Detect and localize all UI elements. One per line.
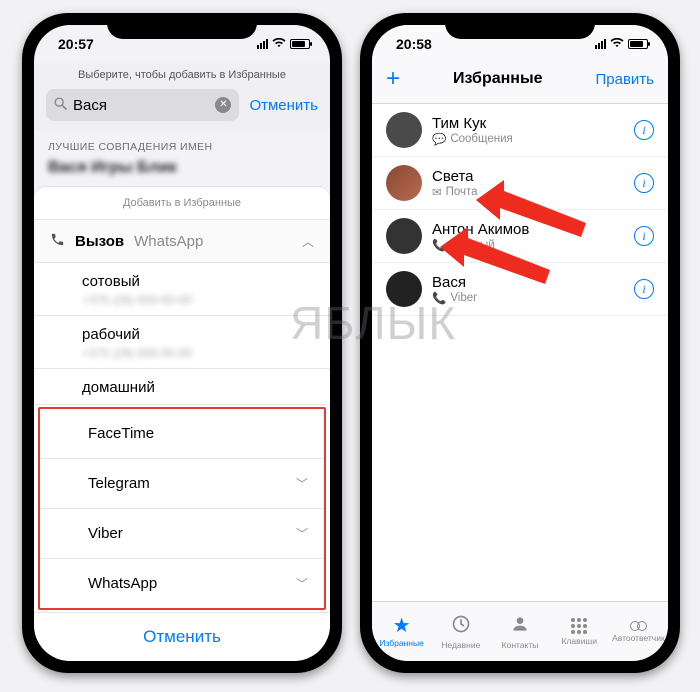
message-icon: 💬 (432, 132, 446, 146)
battery-icon (628, 39, 648, 49)
contact-name: Света (432, 168, 624, 185)
status-time: 20:58 (396, 36, 432, 52)
tab-keypad[interactable]: Клавиши (550, 602, 609, 661)
search-icon (54, 97, 67, 113)
wifi-icon (610, 37, 624, 51)
number-value-blurred: +375 (29) 000-00-00 (82, 346, 314, 360)
favorite-row[interactable]: Антон Акимов 📞 сотовый i (372, 210, 668, 263)
battery-icon (290, 39, 310, 49)
number-option-mobile[interactable]: сотовый +375 (29) 000-00-00 (34, 263, 330, 316)
avatar (386, 218, 422, 254)
wifi-icon (272, 37, 286, 51)
call-label: Вызов (75, 233, 124, 250)
favorites-list: Тим Кук 💬 Сообщения i Света ✉︎ Почта i (372, 104, 668, 316)
status-icons (595, 37, 648, 51)
annotation-highlight-box: FaceTime Telegram ﹀ Viber ﹀ WhatsApp ﹀ (38, 407, 326, 610)
favorite-row[interactable]: Вася 📞 Viber i (372, 263, 668, 316)
phone-frame-right: 20:58 + Избранные Править Ти (360, 13, 680, 673)
number-label: рабочий (82, 326, 314, 343)
number-option-work[interactable]: рабочий +375 (29) 000-00-00 (34, 316, 330, 369)
action-sheet: Добавить в Избранные Вызов WhatsApp ︿ со… (34, 187, 330, 661)
avatar (386, 271, 422, 307)
chevron-down-icon: ﹀ (296, 475, 308, 492)
number-label: сотовый (82, 273, 314, 290)
info-button[interactable]: i (634, 226, 654, 246)
sheet-cancel-button[interactable]: Отменить (34, 612, 330, 661)
clear-search-icon[interactable]: ✕ (215, 97, 231, 113)
notch (445, 13, 595, 39)
search-input[interactable]: Вася ✕ (46, 89, 239, 121)
app-row-telegram[interactable]: Telegram ﹀ (40, 459, 324, 509)
number-label: домашний (82, 379, 314, 396)
status-time: 20:57 (58, 36, 94, 52)
phone-icon: 📞 (432, 238, 446, 252)
phone-icon (50, 232, 65, 250)
tab-label: Автоответчик (612, 633, 665, 643)
mail-icon: ✉︎ (432, 185, 442, 199)
info-button[interactable]: i (634, 120, 654, 140)
header-prompt: Выберите, чтобы добавить в Избранные (34, 63, 330, 89)
call-via: WhatsApp (134, 233, 203, 250)
phone-icon: 📞 (432, 291, 446, 305)
app-label: WhatsApp (88, 575, 157, 592)
chevron-down-icon: ﹀ (296, 525, 308, 542)
tab-label: Контакты (502, 640, 539, 650)
chevron-down-icon: ﹀ (296, 575, 308, 592)
keypad-icon (571, 618, 587, 634)
phone-frame-left: 20:57 Выберите, чтобы добавить в Избранн… (22, 13, 342, 673)
page-title: Избранные (453, 70, 543, 88)
contact-name: Антон Акимов (432, 221, 624, 238)
contact-icon (510, 614, 530, 638)
contact-subtype: Почта (446, 186, 478, 198)
section-best-matches: ЛУЧШИЕ СОВПАДЕНИЯ ИМЕН (34, 131, 330, 159)
search-cancel-button[interactable]: Отменить (249, 97, 318, 114)
info-button[interactable]: i (634, 279, 654, 299)
sheet-title: Добавить в Избранные (34, 187, 330, 219)
contact-subtype: Сообщения (450, 133, 512, 145)
avatar (386, 165, 422, 201)
number-option-home[interactable]: домашний (34, 369, 330, 405)
tab-label: Клавиши (561, 636, 596, 646)
notch (107, 13, 257, 39)
app-row-facetime[interactable]: FaceTime (40, 409, 324, 459)
app-row-whatsapp[interactable]: WhatsApp ﹀ (40, 559, 324, 608)
app-row-viber[interactable]: Viber ﹀ (40, 509, 324, 559)
number-value-blurred: +375 (29) 000-00-00 (82, 293, 314, 307)
info-button[interactable]: i (634, 173, 654, 193)
signal-icon (595, 39, 606, 49)
clock-icon (451, 614, 471, 638)
favorite-row[interactable]: Света ✉︎ Почта i (372, 157, 668, 210)
avatar (386, 112, 422, 148)
contact-subtype: сотовый (450, 239, 494, 251)
search-row: Вася ✕ Отменить (34, 89, 330, 131)
tab-label: Недавние (441, 640, 480, 650)
star-icon: ★ (393, 616, 411, 636)
tab-recents[interactable]: Недавние (431, 602, 490, 661)
favorite-row[interactable]: Тим Кук 💬 Сообщения i (372, 104, 668, 157)
signal-icon (257, 39, 268, 49)
blurred-contact-name[interactable]: Вася Игры Блик (34, 159, 330, 187)
contact-name: Тим Кук (432, 115, 624, 132)
app-label: Viber (88, 525, 123, 542)
tab-contacts[interactable]: Контакты (490, 602, 549, 661)
status-icons (257, 37, 310, 51)
nav-bar: + Избранные Править (372, 63, 668, 104)
search-value: Вася (73, 97, 107, 114)
call-row[interactable]: Вызов WhatsApp ︿ (34, 219, 330, 263)
add-favorite-button[interactable]: + (386, 65, 400, 93)
edit-button[interactable]: Править (595, 71, 654, 88)
tab-voicemail[interactable]: Автоответчик (609, 602, 668, 661)
app-label: Telegram (88, 475, 150, 492)
chevron-up-icon: ︿ (302, 233, 314, 250)
contact-subtype: Viber (450, 292, 477, 304)
tab-label: Избранные (379, 638, 423, 648)
tab-favorites[interactable]: ★ Избранные (372, 602, 431, 661)
contact-name: Вася (432, 274, 624, 291)
tab-bar: ★ Избранные Недавние Контакты (372, 601, 668, 661)
voicemail-icon (630, 621, 647, 631)
app-label: FaceTime (88, 425, 154, 442)
